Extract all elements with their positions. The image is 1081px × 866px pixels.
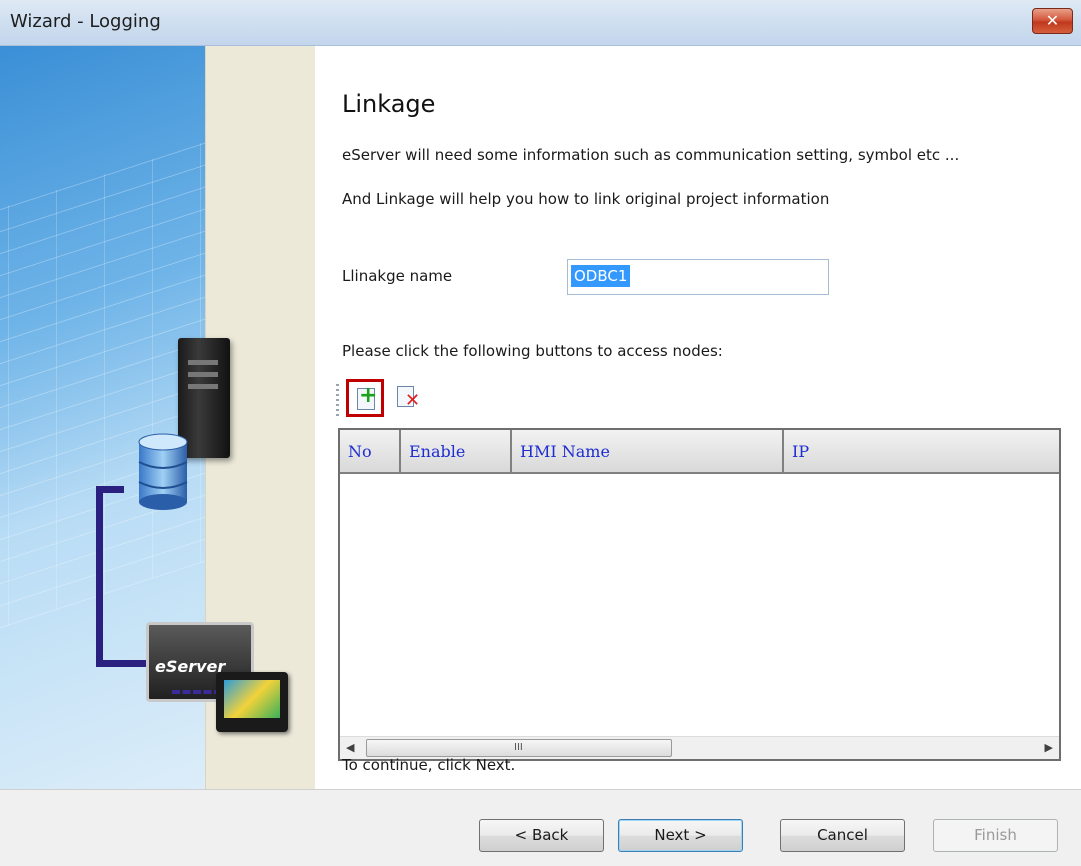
scrollbar-thumb[interactable]: III	[366, 739, 672, 757]
nodes-instruction-label: Please click the following buttons to ac…	[342, 342, 723, 360]
link-line-icon	[96, 486, 103, 666]
plus-icon: +	[359, 383, 378, 408]
close-icon: ✕	[1045, 11, 1060, 30]
link-line-bottom	[96, 660, 146, 667]
toolbar-grip-handle[interactable]	[336, 384, 339, 418]
cancel-button[interactable]: Cancel	[780, 819, 905, 852]
scroll-right-arrow-icon[interactable]: ▶	[1045, 741, 1053, 754]
close-button[interactable]: ✕	[1032, 8, 1073, 34]
database-icon	[138, 433, 188, 510]
finish-button[interactable]: Finish	[933, 819, 1058, 852]
link-dotted-line	[172, 690, 222, 694]
link-line-top	[96, 486, 124, 493]
scroll-left-arrow-icon[interactable]: ◀	[346, 741, 354, 754]
back-button[interactable]: < Back	[479, 819, 604, 852]
delete-x-icon: ✕	[405, 390, 421, 411]
continue-hint: To continue, click Next.	[342, 756, 516, 774]
description-text-2: And Linkage will help you how to link or…	[342, 190, 830, 208]
wizard-content: Linkage eServer will need some informati…	[315, 46, 1081, 789]
column-header-ip[interactable]: IP	[784, 430, 1059, 472]
wizard-button-bar: < Back Next > Cancel Finish	[0, 789, 1081, 866]
add-node-button[interactable]: +	[346, 379, 384, 417]
column-header-enable[interactable]: Enable	[401, 430, 512, 472]
delete-node-button[interactable]: ✕	[395, 384, 423, 414]
linkage-name-label: Llinakge name	[342, 267, 453, 285]
scrollbar-grip: III	[514, 742, 523, 753]
column-header-hmi-name[interactable]: HMI Name	[512, 430, 784, 472]
wizard-banner: eServer	[0, 46, 315, 789]
nodes-table[interactable]: No Enable HMI Name IP ◀ III ▶	[338, 428, 1061, 761]
next-button[interactable]: Next >	[618, 819, 743, 852]
window-titlebar: Wizard - Logging ✕	[0, 0, 1081, 46]
column-header-no[interactable]: No	[340, 430, 401, 472]
description-text-1: eServer will need some information such …	[342, 146, 960, 164]
linkage-name-value: ODBC1	[571, 265, 631, 287]
window-title: Wizard - Logging	[10, 11, 161, 32]
hmi-panel-icon	[216, 672, 288, 732]
nodes-table-header: No Enable HMI Name IP	[340, 430, 1059, 474]
page-title: Linkage	[342, 90, 436, 118]
